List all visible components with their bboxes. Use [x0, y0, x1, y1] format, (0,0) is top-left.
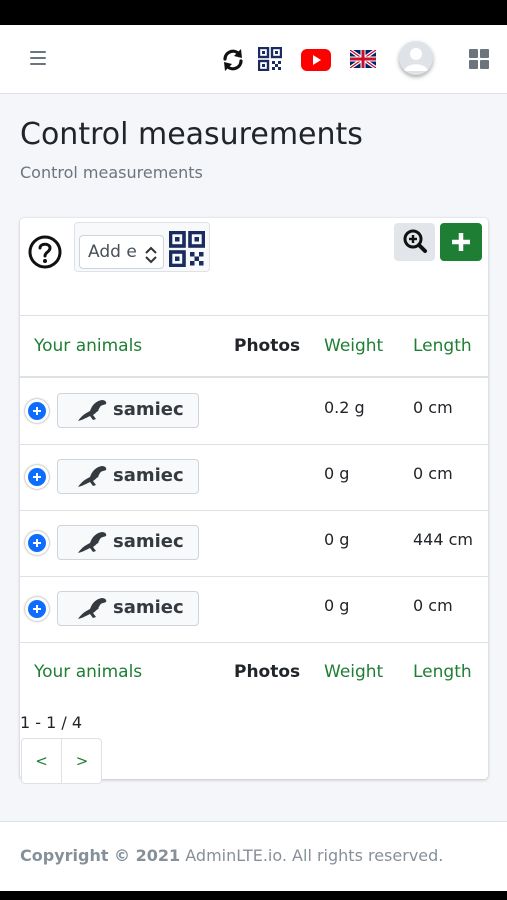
search-plus-icon — [403, 229, 427, 253]
expand-row-icon[interactable] — [25, 399, 49, 423]
add-select-group: Add e — [74, 222, 210, 272]
length-cell: 444 cm — [413, 530, 474, 549]
add-select-value: Add e — [88, 242, 137, 262]
lizard-icon — [78, 598, 107, 619]
length-cell: 0 cm — [413, 596, 453, 615]
sync-icon[interactable] — [218, 45, 248, 75]
lizard-icon — [78, 400, 107, 421]
measurements-card: Add e Your animals Photos Weight Length … — [20, 218, 488, 784]
uk-flag-icon[interactable] — [349, 49, 377, 69]
animal-name: samiec — [113, 531, 184, 552]
divider — [20, 315, 488, 316]
page-footer: Copyright © 2021 AdminLTE.io. All rights… — [0, 821, 507, 891]
page-subtitle: Control measurements — [20, 163, 203, 182]
expand-row-icon[interactable] — [25, 597, 49, 621]
length-cell: 0 cm — [413, 464, 453, 483]
rights-text: . All rights reserved. — [281, 846, 444, 865]
weight-cell: 0.2 g — [324, 398, 365, 417]
header-weight[interactable]: Weight — [324, 336, 383, 356]
row-separator — [20, 576, 488, 577]
weight-cell: 0 g — [324, 464, 350, 483]
animal-name: samiec — [113, 399, 184, 420]
question-circle-icon[interactable] — [28, 235, 62, 269]
lizard-icon — [78, 532, 107, 553]
app-screen: Control measurements Control measurement… — [0, 25, 507, 891]
header-photos: Photos — [234, 336, 301, 356]
add-button[interactable] — [440, 223, 482, 261]
copyright-text: Copyright © 2021 AdminLTE.io. All rights… — [20, 846, 443, 865]
weight-cell: 0 g — [324, 596, 350, 615]
plus-icon — [452, 233, 470, 251]
pagination-info: 1 - 1 / 4 — [20, 713, 83, 732]
header-length[interactable]: Length — [413, 336, 472, 356]
animal-button[interactable]: samiec — [57, 459, 199, 494]
select-chevron-icon — [143, 243, 159, 264]
animal-button[interactable]: samiec — [57, 525, 199, 560]
copyright-label: Copyright © 2021 — [20, 846, 181, 865]
row-separator — [20, 444, 488, 445]
lizard-icon — [78, 466, 107, 487]
animal-name: samiec — [113, 465, 184, 486]
row-separator — [20, 642, 488, 643]
zoom-button[interactable] — [394, 223, 435, 261]
hamburger-menu-icon[interactable] — [26, 48, 50, 68]
pagination: < > — [21, 738, 102, 784]
header-your-animals[interactable]: Your animals — [34, 336, 142, 356]
animal-name: samiec — [113, 597, 184, 618]
animal-button[interactable]: samiec — [57, 393, 199, 428]
weight-cell: 0 g — [324, 530, 350, 549]
header-separator — [20, 376, 488, 378]
length-cell: 0 cm — [413, 398, 453, 417]
qr-scan-icon[interactable] — [168, 230, 206, 268]
user-avatar-icon[interactable] — [399, 41, 433, 75]
footer-weight[interactable]: Weight — [324, 662, 383, 682]
add-select[interactable]: Add e — [79, 235, 164, 269]
expand-row-icon[interactable] — [25, 531, 49, 555]
footer-your-animals[interactable]: Your animals — [34, 662, 142, 682]
animal-button[interactable]: samiec — [57, 591, 199, 626]
top-navbar — [0, 25, 507, 94]
brand-link[interactable]: AdminLTE.io — [185, 846, 282, 865]
next-page-button[interactable]: > — [62, 739, 102, 783]
grid-apps-icon[interactable] — [467, 47, 491, 71]
row-separator — [20, 510, 488, 511]
footer-length[interactable]: Length — [413, 662, 472, 682]
footer-photos: Photos — [234, 662, 301, 682]
expand-row-icon[interactable] — [25, 465, 49, 489]
prev-page-button[interactable]: < — [22, 739, 62, 783]
page-title: Control measurements — [20, 117, 363, 152]
qr-code-icon[interactable] — [256, 45, 284, 73]
youtube-icon[interactable] — [300, 48, 332, 72]
